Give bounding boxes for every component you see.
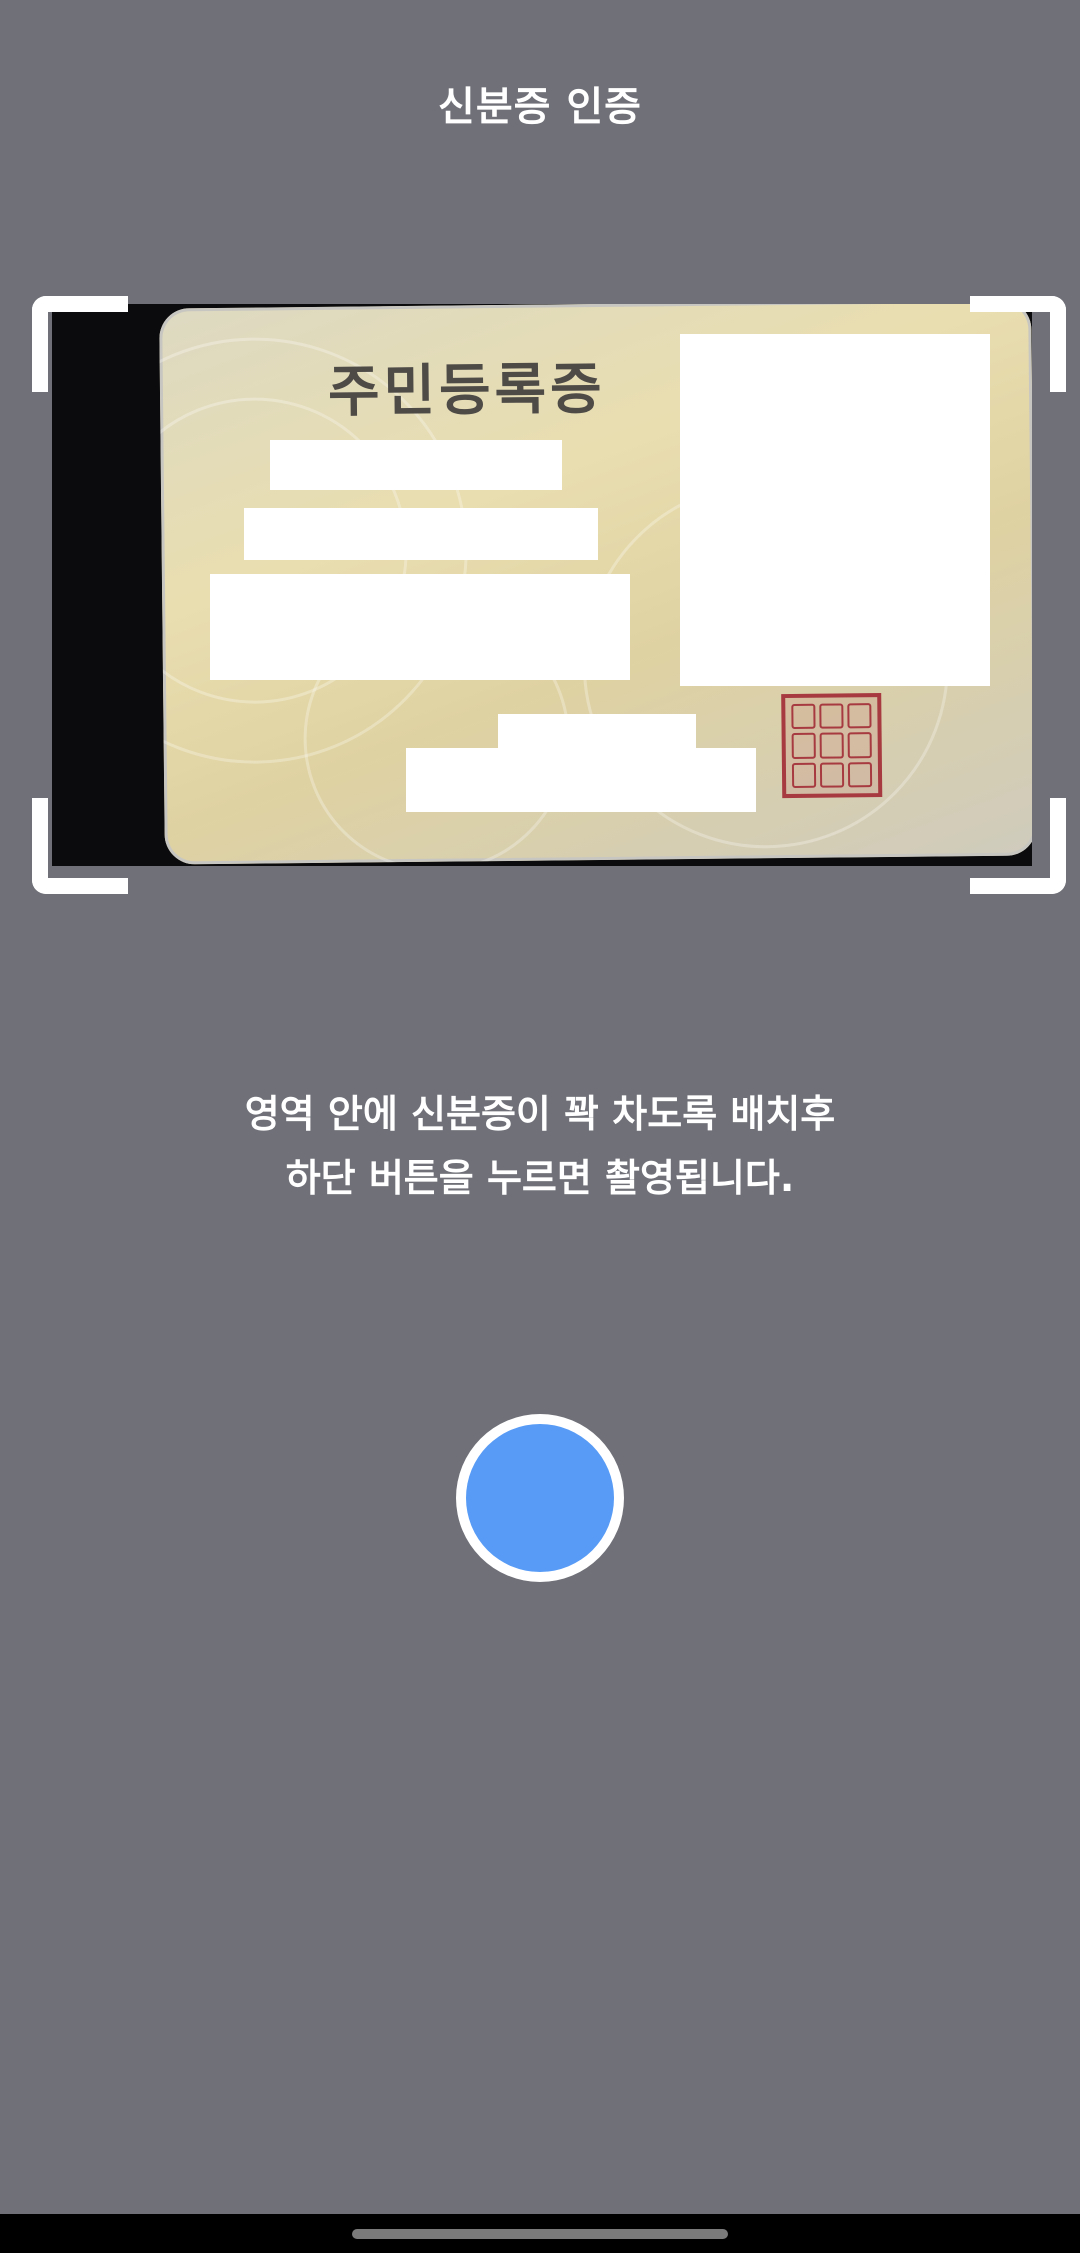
home-indicator[interactable] [352,2229,728,2239]
card-title: 주민등록증 [327,356,606,425]
system-nav-bar [0,2214,1080,2253]
frame-corner-bottom-left [32,798,128,894]
frame-corner-top-right [970,296,1066,392]
photo-redaction-block [680,334,990,686]
shutter-button[interactable] [456,1414,624,1582]
camera-preview: 주민등록증 [52,304,1032,866]
instruction-line-2: 하단 버튼을 누르면 촬영됩니다. [285,1156,795,1200]
redaction-block [210,574,630,680]
frame-corner-top-left [32,296,128,392]
instruction-line-1: 영역 안에 신분증이 꽉 차도록 배치후 [244,1092,836,1136]
page-title: 신분증 인증 [438,84,642,130]
redaction-block [270,440,562,490]
redaction-block [406,748,756,812]
redaction-block [244,508,598,560]
official-seal-icon [781,693,883,799]
frame-corner-bottom-right [970,798,1066,894]
shutter-button-inner[interactable] [466,1424,614,1572]
instruction-text: 영역 안에 신분증이 꽉 차도록 배치후 하단 버튼을 누르면 촬영됩니다. [0,1082,1080,1210]
